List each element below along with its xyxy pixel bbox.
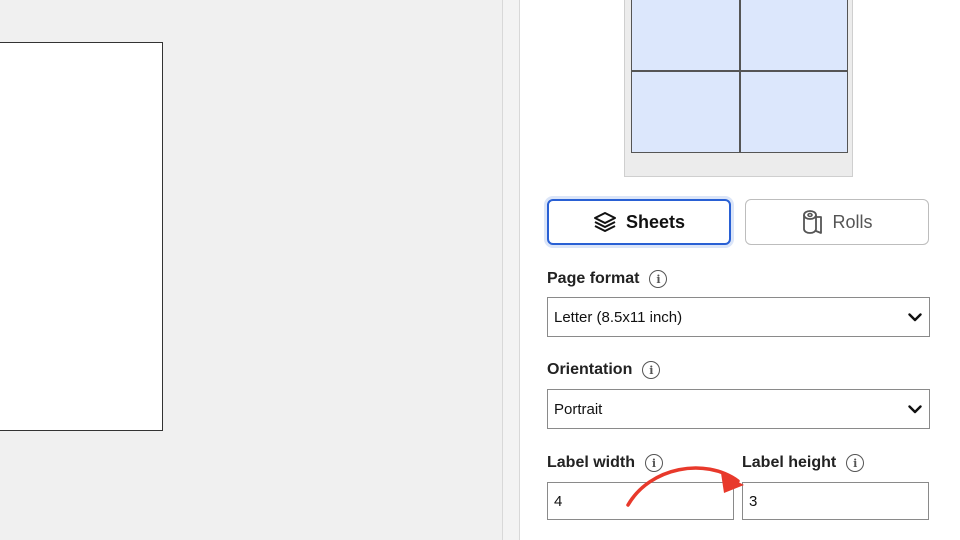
preview-label-cell (631, 0, 740, 71)
chevron-down-icon (908, 312, 922, 321)
label-height-label: Label height i (742, 454, 865, 472)
panel-divider[interactable] (502, 0, 520, 540)
label-roll-icon (801, 209, 823, 235)
label-width-value: 4 (554, 492, 563, 510)
rolls-button-label: Rolls (832, 211, 873, 232)
preview-label-cell (631, 71, 740, 153)
preview-label-grid (631, 0, 848, 153)
orientation-label-text: Orientation (547, 361, 633, 378)
page-format-value: Letter (8.5x11 inch) (554, 308, 683, 326)
orientation-select[interactable]: Portrait (547, 389, 930, 429)
sheets-button[interactable]: Sheets (547, 199, 731, 245)
chevron-down-icon (908, 404, 922, 413)
sheets-button-label: Sheets (625, 211, 686, 232)
layers-icon (593, 211, 617, 233)
info-icon[interactable]: i (642, 361, 661, 379)
page-format-label: Page format i (547, 270, 668, 288)
info-icon[interactable]: i (846, 454, 865, 472)
page-format-label-text: Page format (547, 270, 640, 287)
annotation-arrow-icon (626, 466, 744, 507)
orientation-value: Portrait (554, 400, 603, 418)
label-height-input[interactable]: 3 (742, 482, 929, 520)
canvas-area (0, 0, 502, 540)
orientation-label: Orientation i (547, 361, 661, 379)
settings-panel: Sheets Rolls Page format i Letter (8.5x1… (520, 0, 960, 540)
preview-label-cell (739, 71, 848, 153)
preview-label-cell (739, 0, 848, 71)
info-icon[interactable]: i (649, 270, 668, 288)
rolls-button[interactable]: Rolls (745, 199, 929, 245)
label-sheet-preview (0, 42, 163, 431)
sheet-layout-preview (624, 0, 853, 177)
page-format-select[interactable]: Letter (8.5x11 inch) (547, 297, 930, 337)
